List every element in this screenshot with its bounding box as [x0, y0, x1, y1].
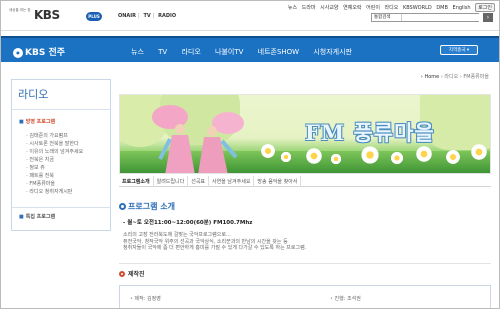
flower-shape — [280, 151, 292, 163]
top-nav-kbsworld[interactable]: KBSWORLD — [403, 5, 432, 11]
menu-nabul-tv[interactable]: 나불이TV — [215, 48, 243, 56]
sidebar-item-listener-board[interactable]: 라디오 청취자게시판 — [26, 188, 83, 196]
sidebar-item-fm-pungryu[interactable]: FM풍류마을 — [26, 180, 83, 188]
page-frame: 세상을 여는 창 KBS PLUS ONAIR | TV | RADIO 뉴스 드라… — [0, 0, 500, 309]
sidebar-divider — [12, 207, 110, 208]
menu-news[interactable]: 뉴스 — [131, 48, 144, 56]
flower-shape — [260, 143, 276, 159]
search-box: 통합검색 — [371, 13, 479, 22]
breadcrumb-home[interactable]: › Home — [421, 74, 439, 80]
top-nav-current[interactable]: 시사교양 — [320, 5, 338, 11]
dancers-illustration — [152, 105, 244, 173]
kbs-circle-icon: ● — [13, 47, 23, 58]
sidebar: 라디오 ■방영 프로그램 김태준의 가요펌프 시사토론 전북을 말한다 이유의 … — [11, 79, 111, 231]
top-nav-news[interactable]: 뉴스 — [288, 5, 297, 11]
login-button[interactable]: 로그인 — [475, 3, 495, 12]
sidebar-item-info[interactable]: 정보 쥬 — [26, 164, 83, 172]
top-nav-drama[interactable]: 드라마 — [302, 5, 316, 11]
staff-box: 제작: 김정영 진행: 조석권 — [119, 285, 491, 308]
bullet-icon: ■ — [19, 119, 24, 125]
sidebar-special-label: 특집 프로그램 — [25, 214, 56, 220]
flower-shape — [445, 149, 461, 165]
station-logo[interactable]: ● KBS 전주 — [13, 45, 65, 58]
flower-shape — [360, 145, 380, 165]
tab-story[interactable]: 사연을 남겨주세요 — [209, 176, 255, 187]
bullet-icon: ■ — [19, 214, 24, 220]
program-schedule: - 월~토 오전11:00~12:00(60분) FM100.7Mhz — [123, 220, 253, 226]
breadcrumb: › Home › 라디오 › FM풍류마을 — [421, 73, 489, 80]
logo-badge: PLUS — [86, 12, 102, 21]
top-nav-entertainment[interactable]: 연예오락 — [343, 5, 361, 11]
top-nav-radio[interactable]: 라디오 — [385, 5, 399, 11]
service-tv[interactable]: TV — [143, 13, 150, 19]
sidebar-title: 라디오 — [12, 80, 110, 110]
program-tabs: 프로그램소개 알려드립니다 선곡표 사연을 남겨주세요 방송 음악을 찾아서 — [119, 176, 491, 187]
menu-netzone-show[interactable]: 네트존SHOW — [258, 48, 299, 56]
menu-radio[interactable]: 라디오 — [181, 48, 200, 56]
search-button[interactable]: › — [483, 13, 493, 22]
top-nav: 뉴스 드라마 시사교양 연예오락 어린이 라디오 KBSWORLD DMB En… — [285, 3, 495, 12]
sidebar-item-song[interactable]: 이유의 노래의 넘겨주세요 — [26, 148, 83, 156]
circle-bullet-icon — [119, 271, 125, 277]
sidebar-item-patrol[interactable]: 패트롤 전북 — [26, 172, 83, 180]
station-logo-text: KBS 전주 — [25, 48, 66, 58]
banner-title: FM 풍류마을 — [305, 120, 435, 145]
staff-title-text: 제작진 — [128, 271, 145, 278]
sidebar-program-list: 김태준의 가요펌프 시사토론 전북을 말한다 이유의 노래의 넘겨주세요 전북은… — [26, 132, 83, 196]
section-title-text: 프로그램 소개 — [128, 202, 175, 211]
service-onair[interactable]: ONAIR — [118, 13, 136, 19]
program-banner: FM 풍류마을 — [119, 94, 491, 174]
logo-slogan: 세상을 여는 창 — [9, 8, 31, 12]
station-header: ● KBS 전주 뉴스 TV 라디오 나불이TV 네트존SHOW 시청자게시판 지… — [1, 36, 499, 62]
description-line: 청취자들이 국악에 좀 더 편안하게 흥미를 가질 수 있게 다가갈 수 있도록… — [123, 245, 307, 251]
menu-viewer-board[interactable]: 시청자게시판 — [313, 48, 352, 56]
flower-shape — [305, 147, 323, 165]
sidebar-section-programs[interactable]: ■ 방영 프로그램 — [12, 118, 110, 125]
search-input[interactable] — [403, 14, 479, 21]
sidebar-item-debate[interactable]: 시사토론 전북을 말한다 — [26, 140, 83, 148]
region-dropdown-button[interactable]: 지역총국 ▾ — [440, 45, 478, 55]
tab-playlist[interactable]: 선곡표 — [188, 176, 210, 187]
breadcrumb-path: › 라디오 › FM풍류마을 — [440, 74, 489, 80]
staff-host: 진행: 조석권 — [330, 295, 361, 302]
sidebar-section-special[interactable]: ■ 특집 프로그램 — [12, 213, 110, 220]
staff-title: 제작진 — [119, 269, 145, 278]
top-nav-dmb[interactable]: DMB — [436, 5, 448, 11]
content-divider — [119, 263, 491, 264]
top-nav-kids[interactable]: 어린이 — [366, 5, 380, 11]
flower-shape — [415, 145, 433, 163]
logo-text: KBS — [34, 8, 60, 22]
kbs-logo[interactable]: 세상을 여는 창 KBS PLUS — [9, 6, 109, 24]
sidebar-section-label: 방영 프로그램 — [25, 119, 56, 125]
sidebar-item-jeonbuk-now[interactable]: 전북은 지금 — [26, 156, 83, 164]
flower-shape — [330, 153, 342, 165]
station-menu: 뉴스 TV 라디오 나불이TV 네트존SHOW 시청자게시판 — [131, 47, 364, 57]
tab-notice[interactable]: 알려드립니다 — [154, 176, 189, 187]
menu-tv[interactable]: TV — [158, 48, 167, 56]
program-description: 소리의 고장 전라북도에 걸맞는 국악프로그램으로... 퓨전국악, 창작국악 … — [123, 232, 306, 252]
flower-shape — [470, 143, 488, 161]
sidebar-item-gayo-pump[interactable]: 김태준의 가요펌프 — [26, 132, 83, 140]
top-bar: 세상을 여는 창 KBS PLUS ONAIR | TV | RADIO 뉴스 드라… — [1, 1, 499, 31]
service-links: ONAIR | TV | RADIO — [118, 13, 177, 19]
section-title: 프로그램 소개 — [119, 201, 175, 212]
service-radio[interactable]: RADIO — [158, 13, 176, 19]
flower-shape — [390, 151, 404, 165]
tab-intro[interactable]: 프로그램소개 — [119, 176, 154, 187]
tab-music-search[interactable]: 방송 음악을 찾아서 — [254, 176, 302, 187]
circle-bullet-icon — [119, 203, 126, 210]
top-nav-english[interactable]: English — [453, 5, 471, 11]
search-scope-select[interactable]: 통합검색 — [372, 14, 402, 21]
staff-producer: 제작: 김정영 — [130, 295, 161, 302]
